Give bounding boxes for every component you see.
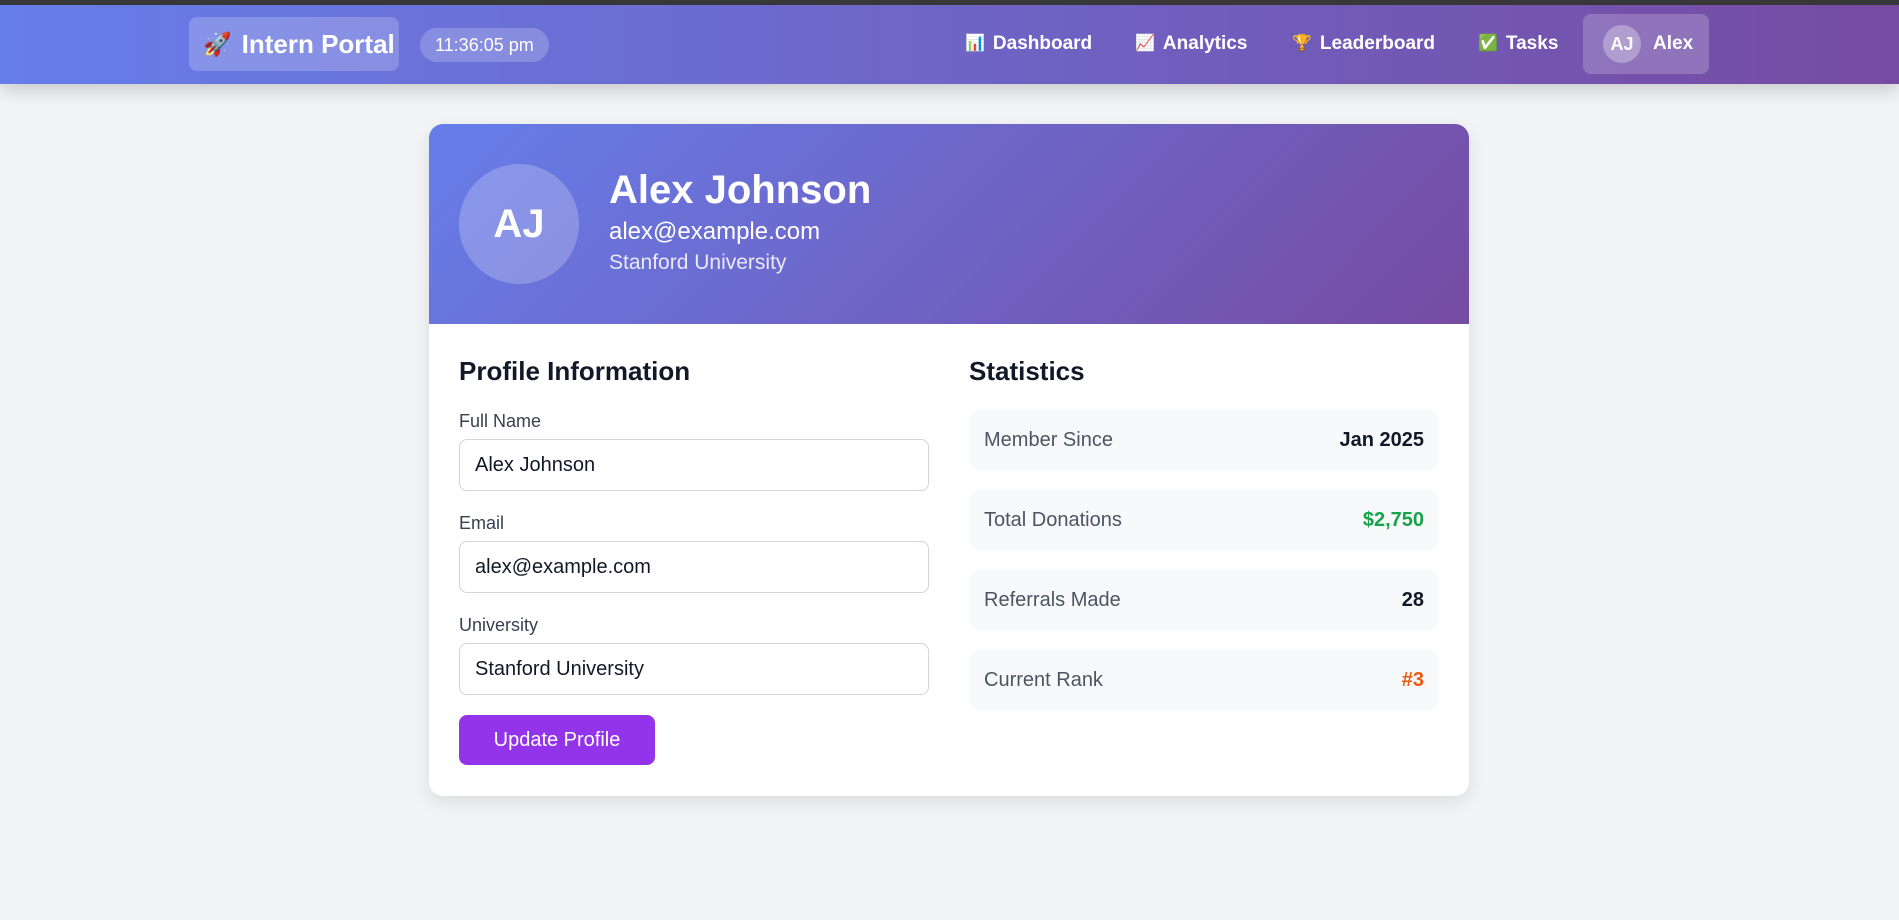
university-label: University bbox=[459, 615, 539, 635]
brand-logo[interactable]: 🚀 Intern Portal bbox=[189, 17, 399, 71]
top-navbar: 🚀 Intern Portal 11:36:05 pm 📊 Dashboard … bbox=[0, 5, 1899, 84]
university-input[interactable] bbox=[459, 643, 929, 695]
rocket-icon: 🚀 bbox=[203, 30, 232, 57]
statistics-heading: Statistics bbox=[969, 356, 1085, 386]
profile-header: AJ Alex Johnson alex@example.com Stanfor… bbox=[429, 124, 1469, 324]
nav-analytics-label: Analytics bbox=[1162, 33, 1248, 54]
stat-current-rank: Current Rank #3 bbox=[969, 650, 1439, 710]
stat-label: Member Since bbox=[984, 428, 1113, 451]
user-name: Alex bbox=[1653, 33, 1694, 54]
update-profile-button[interactable]: Update Profile bbox=[459, 715, 655, 765]
nav-tasks[interactable]: ✅ Tasks bbox=[1478, 25, 1558, 63]
check-box-icon: ✅ bbox=[1478, 35, 1498, 52]
profile-info-heading: Profile Information bbox=[459, 356, 691, 386]
profile-email: alex@example.com bbox=[609, 218, 821, 245]
email-label: Email bbox=[459, 513, 505, 533]
nav-dashboard[interactable]: 📊 Dashboard bbox=[965, 25, 1092, 63]
stat-label: Current Rank bbox=[984, 668, 1103, 691]
stat-value: #3 bbox=[1401, 668, 1424, 691]
user-menu-button[interactable]: AJ Alex bbox=[1583, 14, 1709, 74]
nav-leaderboard-label: Leaderboard bbox=[1319, 33, 1436, 54]
email-input[interactable] bbox=[459, 541, 929, 593]
profile-university: Stanford University bbox=[609, 251, 787, 274]
stat-referrals-made: Referrals Made 28 bbox=[969, 570, 1439, 630]
profile-avatar: AJ bbox=[459, 164, 579, 284]
bar-chart-icon: 📊 bbox=[965, 35, 985, 52]
profile-name: Alex Johnson bbox=[609, 168, 872, 212]
stat-total-donations: Total Donations $2,750 bbox=[969, 490, 1439, 550]
clock-badge: 11:36:05 pm bbox=[420, 28, 549, 62]
stat-value: Jan 2025 bbox=[1339, 428, 1424, 451]
full-name-input[interactable] bbox=[459, 439, 929, 491]
full-name-label: Full Name bbox=[459, 411, 542, 431]
nav-dashboard-label: Dashboard bbox=[992, 33, 1093, 54]
trend-chart-icon: 📈 bbox=[1135, 35, 1155, 52]
stat-label: Total Donations bbox=[984, 508, 1122, 531]
stat-member-since: Member Since Jan 2025 bbox=[969, 410, 1439, 470]
nav-leaderboard[interactable]: 🏆 Leaderboard bbox=[1292, 25, 1435, 63]
trophy-icon: 🏆 bbox=[1292, 35, 1312, 52]
stat-label: Referrals Made bbox=[984, 588, 1121, 611]
stat-value: 28 bbox=[1401, 588, 1424, 611]
stat-value: $2,750 bbox=[1362, 508, 1424, 531]
profile-card: AJ Alex Johnson alex@example.com Stanfor… bbox=[429, 124, 1469, 796]
nav-tasks-label: Tasks bbox=[1505, 33, 1559, 54]
brand-title: Intern Portal bbox=[241, 28, 395, 59]
user-avatar: AJ bbox=[1603, 25, 1641, 63]
nav-analytics[interactable]: 📈 Analytics bbox=[1135, 25, 1247, 63]
